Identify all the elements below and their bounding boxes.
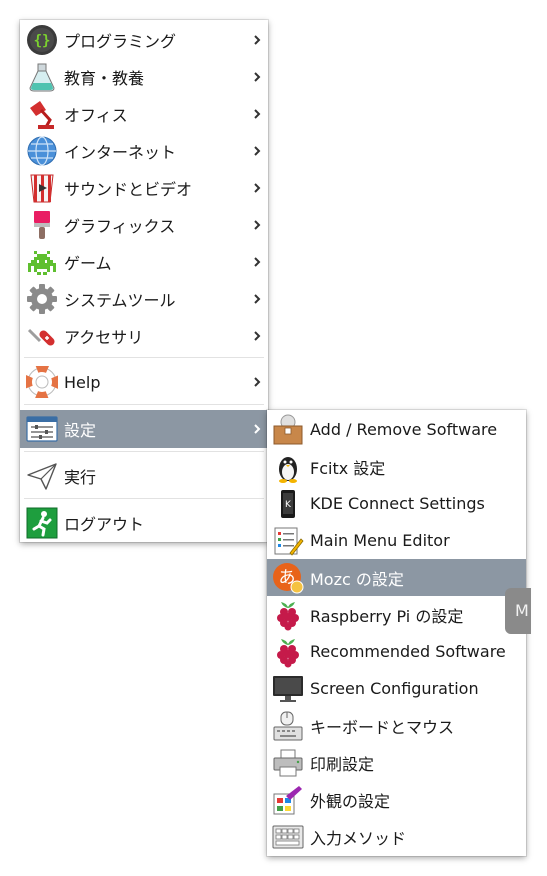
- menu-item-label: ゲーム: [64, 254, 112, 273]
- menu-item-run[interactable]: 実行: [20, 457, 268, 495]
- submenu-item-label: 外観の設定: [310, 791, 391, 811]
- gear-icon: [27, 284, 57, 314]
- submenu-item-label: Screen Configuration: [310, 679, 479, 698]
- paper-plane-icon: [27, 463, 57, 490]
- education-flask-icon: [29, 63, 55, 92]
- printer-icon: [273, 749, 303, 776]
- globe-icon: [27, 136, 57, 166]
- keyboard-mouse-icon: [273, 711, 303, 740]
- submenu-item-label: Raspberry Pi の設定: [310, 606, 464, 626]
- chevron-right-icon: [252, 181, 262, 195]
- menu-item-accessories[interactable]: アクセサリ: [20, 318, 268, 354]
- chevron-right-icon: [252, 292, 262, 306]
- menu-item-office[interactable]: オフィス: [20, 96, 268, 132]
- menu-item-label: システムツール: [64, 291, 176, 310]
- chevron-right-icon: [252, 218, 262, 232]
- submenu-item-label: Add / Remove Software: [310, 420, 498, 439]
- menu-separator: [24, 404, 264, 405]
- submenu-item-main-menu-editor[interactable]: Main Menu Editor: [267, 522, 526, 559]
- menu-item-label: サウンドとビデオ: [64, 180, 193, 199]
- menu-editor-icon: [274, 527, 304, 556]
- applications-menu: {} プログラミング 教育・教養 オフィス インターネット サウンドとビデオ グ…: [20, 20, 268, 542]
- svg-text:{}: {}: [34, 33, 51, 49]
- raspberry-icon: [277, 638, 299, 667]
- submenu-item-appearance[interactable]: 外観の設定: [267, 781, 526, 818]
- menu-item-label: インターネット: [64, 143, 177, 162]
- menu-item-label: Help: [64, 372, 101, 392]
- chevron-right-icon: [252, 107, 262, 121]
- lifebuoy-icon: [26, 366, 58, 398]
- menu-item-label: オフィス: [64, 106, 128, 125]
- submenu-item-input-method[interactable]: 入力メソッド: [267, 818, 526, 855]
- menu-item-label: プログラミング: [64, 32, 177, 51]
- menu-separator: [24, 498, 264, 499]
- menu-item-internet[interactable]: インターネット: [20, 133, 268, 169]
- submenu-item-fcitx-settings[interactable]: Fcitx 設定: [267, 448, 526, 485]
- input-method-keyboard-icon: [272, 825, 304, 848]
- chevron-right-icon: [252, 422, 262, 436]
- submenu-item-screen-configuration[interactable]: Screen Configuration: [267, 670, 526, 707]
- submenu-item-label: Mozc の設定: [310, 569, 404, 589]
- penguin-keyboard-icon: [279, 456, 297, 483]
- menu-item-education[interactable]: 教育・教養: [20, 59, 268, 95]
- submenu-item-print-settings[interactable]: 印刷設定: [267, 744, 526, 781]
- popcorn-icon: [30, 174, 54, 203]
- chevron-right-icon: [252, 375, 262, 389]
- menu-item-system-tools[interactable]: システムツール: [20, 281, 268, 317]
- office-lamp-icon: [30, 101, 54, 129]
- chevron-right-icon: [252, 329, 262, 343]
- submenu-item-label: キーボードとマウス: [310, 717, 455, 737]
- submenu-item-label: KDE Connect Settings: [310, 494, 485, 513]
- submenu-item-label: Recommended Software: [310, 642, 506, 661]
- paintbrush-icon: [34, 211, 50, 239]
- submenu-item-label: Main Menu Editor: [310, 531, 450, 550]
- menu-item-preferences[interactable]: 設定: [20, 410, 268, 448]
- submenu-item-label: 印刷設定: [310, 754, 375, 774]
- monitor-icon: [273, 675, 303, 702]
- submenu-item-label: Fcitx 設定: [310, 458, 386, 478]
- menu-item-programming[interactable]: {} プログラミング: [20, 22, 268, 58]
- preferences-sliders-icon: [26, 416, 58, 442]
- chevron-right-icon: [252, 33, 262, 47]
- menu-item-label: グラフィックス: [64, 217, 176, 236]
- menu-item-label: 実行: [64, 468, 97, 487]
- appearance-palette-icon: [273, 785, 302, 814]
- menu-item-label: アクセサリ: [64, 328, 144, 347]
- menu-item-help[interactable]: Help: [20, 364, 268, 400]
- submenu-item-raspberry-pi-config[interactable]: Raspberry Pi の設定: [267, 596, 526, 633]
- chevron-right-icon: [252, 255, 262, 269]
- submenu-item-kde-connect[interactable]: K KDE Connect Settings: [267, 485, 526, 522]
- chevron-right-icon: [252, 144, 262, 158]
- menu-separator: [24, 357, 264, 358]
- submenu-item-label: 入力メソッド: [310, 828, 407, 848]
- menu-item-label: 教育・教養: [64, 69, 145, 88]
- swiss-knife-icon: [27, 328, 55, 346]
- submenu-item-keyboard-mouse[interactable]: キーボードとマウス: [267, 707, 526, 744]
- raspberry-icon: [277, 601, 299, 630]
- space-invader-icon: [28, 251, 56, 275]
- chevron-right-icon: [252, 70, 262, 84]
- menu-item-label: 設定: [64, 421, 97, 440]
- menu-item-graphics[interactable]: グラフィックス: [20, 207, 268, 243]
- mozc-icon: あ: [273, 562, 304, 593]
- submenu-item-recommended-software[interactable]: Recommended Software: [267, 633, 526, 670]
- menu-item-label: ログアウト: [64, 515, 145, 534]
- tooltip: M: [505, 588, 531, 634]
- submenu-item-add-remove-software[interactable]: Add / Remove Software: [267, 411, 526, 448]
- menu-separator: [24, 451, 264, 452]
- kde-connect-phone-icon: K: [281, 489, 295, 518]
- programming-icon: {}: [27, 25, 57, 55]
- preferences-submenu: Add / Remove Software Fcitx 設定 K KDE Con…: [267, 410, 526, 856]
- menu-item-logout[interactable]: ログアウト: [20, 504, 268, 542]
- exit-running-man-icon: [26, 507, 58, 539]
- package-add-icon: [273, 414, 303, 444]
- submenu-item-mozc-settings[interactable]: あ Mozc の設定: [267, 559, 526, 596]
- menu-item-sound-video[interactable]: サウンドとビデオ: [20, 170, 268, 206]
- menu-item-games[interactable]: ゲーム: [20, 244, 268, 280]
